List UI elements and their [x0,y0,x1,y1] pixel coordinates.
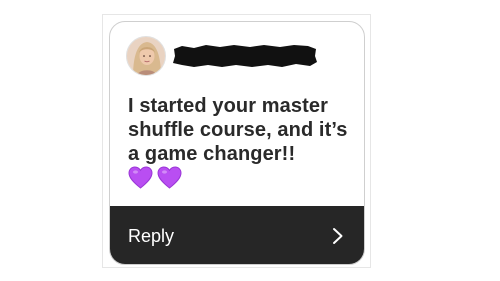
username-redaction [172,43,318,69]
message-text: I started your master shuffle course, an… [128,95,348,165]
story-reply-card: I started your master shuffle course, an… [109,21,365,265]
sender-avatar[interactable] [126,36,166,76]
avatar-photo-icon [127,37,165,75]
chevron-right-icon [333,228,343,244]
purple-heart-icon [157,166,182,189]
sender-header [126,35,318,77]
emoji-row [128,166,182,192]
purple-heart-icon [128,166,153,189]
reply-button[interactable]: Reply [110,206,364,264]
reply-label: Reply [128,225,175,246]
